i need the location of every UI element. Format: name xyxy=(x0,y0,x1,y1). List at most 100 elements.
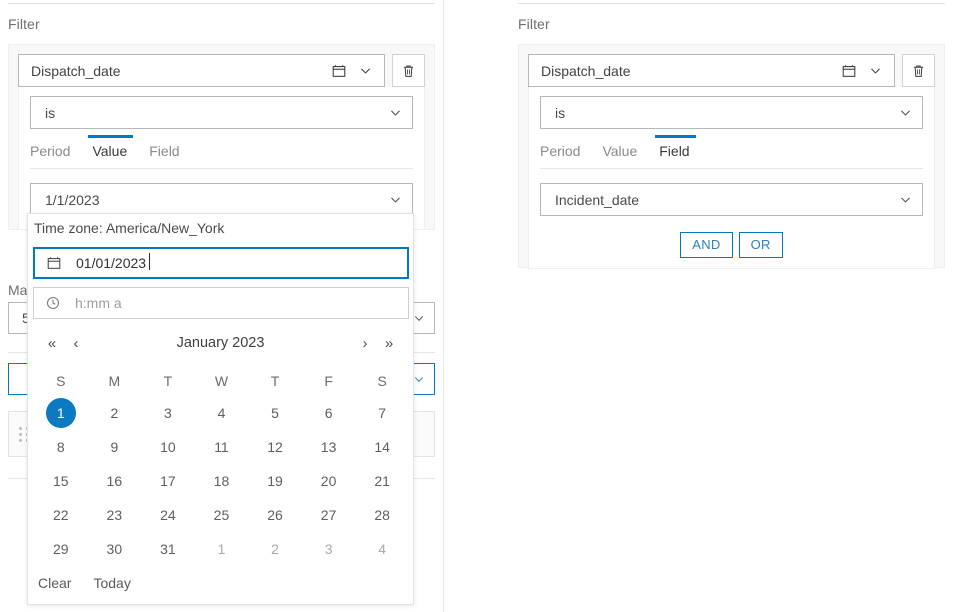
calendar-day[interactable]: 13 xyxy=(302,430,356,464)
field-value-select-right[interactable]: Incident_date xyxy=(540,183,923,216)
value-type-tabs-right: Period Value Field xyxy=(540,135,923,169)
or-button[interactable]: OR xyxy=(738,232,783,258)
chevron-down-icon xyxy=(413,373,425,385)
calendar-day-headers: S M T W T F S xyxy=(34,366,409,396)
double-chevron-left-icon[interactable]: « xyxy=(40,335,64,352)
calendar-day[interactable]: 20 xyxy=(302,464,356,498)
and-button[interactable]: AND xyxy=(680,232,733,258)
app-stage: Filter Ma 5 Sor Dispatch_da xyxy=(0,0,953,612)
calendar-day[interactable]: 16 xyxy=(88,464,142,498)
calendar-icon xyxy=(836,63,862,79)
field-select-value: Dispatch_date xyxy=(31,62,121,79)
operator-value: is xyxy=(45,104,56,121)
tab-label: Field xyxy=(659,143,690,159)
date-text-input[interactable]: 01/01/2023 xyxy=(33,247,409,279)
chevron-down-icon[interactable] xyxy=(352,64,378,77)
calendar-day[interactable]: 22 xyxy=(34,498,88,532)
calendar-day[interactable]: 19 xyxy=(248,464,302,498)
day-header: S xyxy=(56,373,66,389)
chevron-down-icon[interactable] xyxy=(389,106,402,119)
chevron-down-icon[interactable] xyxy=(389,193,402,206)
tab-active-indicator xyxy=(655,135,696,138)
operator-select-right[interactable]: is xyxy=(540,96,923,129)
tab-field-right[interactable]: Field xyxy=(655,135,703,168)
calendar-icon xyxy=(46,255,68,271)
field-row-left: Dispatch_date xyxy=(18,54,425,87)
day-header: T xyxy=(270,373,280,389)
calendar-day[interactable]: 23 xyxy=(88,498,142,532)
day-header: W xyxy=(214,373,229,389)
time-text-input[interactable]: h:mm a xyxy=(33,287,409,319)
delete-filter-button-right[interactable] xyxy=(902,54,935,87)
tab-value-right[interactable]: Value xyxy=(602,143,651,168)
calendar-day[interactable]: 6 xyxy=(302,396,356,430)
chevron-left-icon[interactable]: ‹ xyxy=(64,335,88,352)
calendar-week: 8 9 10 11 12 13 14 xyxy=(34,430,409,464)
calendar-day[interactable]: 31 xyxy=(141,532,195,566)
calendar-day[interactable]: 14 xyxy=(355,430,409,464)
tab-field-left[interactable]: Field xyxy=(149,143,193,168)
clear-button[interactable]: Clear xyxy=(38,575,71,591)
day-header: M xyxy=(108,373,121,389)
panel-divider xyxy=(443,0,444,612)
calendar-day[interactable]: 11 xyxy=(195,430,249,464)
field-select-left[interactable]: Dispatch_date xyxy=(18,54,385,87)
double-chevron-right-icon[interactable]: » xyxy=(377,335,401,352)
calendar-day[interactable]: 28 xyxy=(355,498,409,532)
value-type-tabs-left: Period Value Field xyxy=(30,135,413,169)
chevron-down-icon xyxy=(413,312,425,324)
calendar-day-outside[interactable]: 1 xyxy=(195,532,249,566)
calendar-day[interactable]: 10 xyxy=(141,430,195,464)
calendar-day[interactable]: 4 xyxy=(195,396,249,430)
calendar-actions: Clear Today xyxy=(38,575,131,591)
calendar-day-outside[interactable]: 4 xyxy=(355,532,409,566)
calendar-day-outside[interactable]: 3 xyxy=(302,532,356,566)
calendar-day[interactable]: 29 xyxy=(34,532,88,566)
panel-top-divider xyxy=(8,3,435,4)
day-header: T xyxy=(163,373,173,389)
filter-body-left: is Period Value Field 1/1/2023 xyxy=(18,87,425,229)
timezone-text: Time zone: America/New_York xyxy=(34,220,225,236)
chevron-right-icon[interactable]: › xyxy=(353,335,377,352)
calendar-day[interactable]: 27 xyxy=(302,498,356,532)
chevron-down-icon[interactable] xyxy=(899,193,912,206)
value-select-left[interactable]: 1/1/2023 xyxy=(30,183,413,216)
calendar-day[interactable]: 24 xyxy=(141,498,195,532)
calendar-day-outside[interactable]: 2 xyxy=(248,532,302,566)
calendar-day[interactable]: 26 xyxy=(248,498,302,532)
calendar-day[interactable]: 7 xyxy=(355,396,409,430)
calendar-week: 22 23 24 25 26 27 28 xyxy=(34,498,409,532)
tab-period-right[interactable]: Period xyxy=(540,143,594,168)
field-select-right[interactable]: Dispatch_date xyxy=(528,54,895,87)
calendar-icon xyxy=(326,63,352,79)
delete-filter-button-left[interactable] xyxy=(392,54,425,87)
chevron-down-icon[interactable] xyxy=(899,106,912,119)
calendar-day[interactable]: 3 xyxy=(141,396,195,430)
calendar-day[interactable]: 30 xyxy=(88,532,142,566)
calendar-day[interactable]: 15 xyxy=(34,464,88,498)
calendar-day[interactable]: 2 xyxy=(88,396,142,430)
filter-heading-left: Filter xyxy=(8,16,40,32)
clock-icon xyxy=(45,295,67,311)
calendar-day[interactable]: 21 xyxy=(355,464,409,498)
calendar-day[interactable]: 18 xyxy=(195,464,249,498)
date-input-value: 01/01/2023 xyxy=(76,253,151,271)
calendar-day[interactable]: 12 xyxy=(248,430,302,464)
tab-label: Period xyxy=(30,143,71,159)
filter-heading-right: Filter xyxy=(518,16,550,32)
operator-select-left[interactable]: is xyxy=(30,96,413,129)
tab-label: Period xyxy=(540,143,581,159)
tab-period-left[interactable]: Period xyxy=(30,143,84,168)
calendar-day-selected[interactable]: 1 xyxy=(34,396,88,430)
calendar-week: 29 30 31 1 2 3 4 xyxy=(34,532,409,566)
today-button[interactable]: Today xyxy=(93,575,130,591)
calendar-day[interactable]: 9 xyxy=(88,430,142,464)
calendar-day[interactable]: 17 xyxy=(141,464,195,498)
calendar-month-label: January 2023 xyxy=(176,335,265,351)
calendar-day[interactable]: 5 xyxy=(248,396,302,430)
chevron-down-icon[interactable] xyxy=(862,64,888,77)
tab-label: Field xyxy=(149,143,180,159)
calendar-day[interactable]: 8 xyxy=(34,430,88,464)
calendar-day[interactable]: 25 xyxy=(195,498,249,532)
tab-value-left[interactable]: Value xyxy=(88,135,141,168)
